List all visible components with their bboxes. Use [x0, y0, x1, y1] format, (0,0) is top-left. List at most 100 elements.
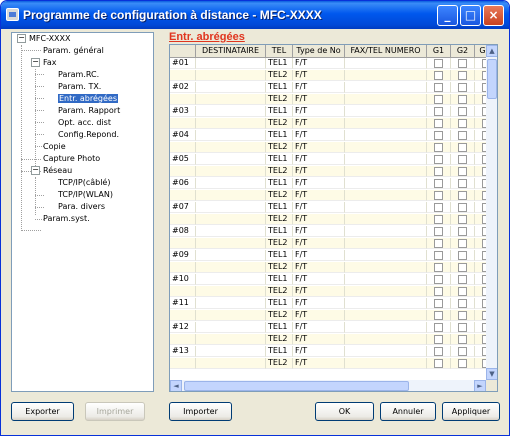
tree-item-fax[interactable]: Fax	[43, 57, 57, 68]
group-checkbox[interactable]	[458, 167, 467, 176]
destinataire-cell[interactable]	[196, 346, 266, 357]
destinataire-cell[interactable]	[196, 214, 266, 225]
group-checkbox[interactable]	[434, 287, 443, 296]
tree-item-param-rapport[interactable]: Param. Rapport	[58, 105, 120, 116]
destinataire-cell[interactable]	[196, 106, 266, 117]
group-checkbox[interactable]	[458, 143, 467, 152]
group-checkbox[interactable]	[458, 347, 467, 356]
tree-item-opt-acc-dist[interactable]: Opt. acc. dist	[58, 117, 111, 128]
fax-tel-number-cell[interactable]	[345, 154, 427, 165]
destinataire-cell[interactable]	[196, 298, 266, 309]
destinataire-cell[interactable]	[196, 202, 266, 213]
export-button[interactable]: Exporter	[11, 402, 74, 421]
group-checkbox[interactable]	[458, 215, 467, 224]
fax-tel-number-cell[interactable]	[345, 190, 427, 201]
group-checkbox[interactable]	[458, 59, 467, 68]
horizontal-scroll-thumb[interactable]	[184, 381, 409, 391]
fax-tel-number-cell[interactable]	[345, 166, 427, 177]
fax-tel-number-cell[interactable]	[345, 142, 427, 153]
tree-root[interactable]: MFC-XXXX	[29, 33, 71, 44]
group-checkbox[interactable]	[434, 275, 443, 284]
destinataire-cell[interactable]	[196, 250, 266, 261]
group-checkbox[interactable]	[458, 239, 467, 248]
group-checkbox[interactable]	[434, 323, 443, 332]
fax-tel-number-cell[interactable]	[345, 118, 427, 129]
destinataire-cell[interactable]	[196, 154, 266, 165]
fax-tel-number-cell[interactable]	[345, 178, 427, 189]
number-type-cell[interactable]: F/T	[293, 202, 345, 213]
number-type-cell[interactable]: F/T	[293, 118, 345, 129]
tree-item-tcpip-wlan[interactable]: TCP/IP(WLAN)	[58, 189, 113, 200]
number-type-cell[interactable]: F/T	[293, 190, 345, 201]
fax-tel-number-cell[interactable]	[345, 58, 427, 69]
close-button[interactable]: ×	[483, 5, 504, 26]
title-bar[interactable]: Programme de configuration à distance - …	[1, 1, 509, 29]
group-checkbox[interactable]	[434, 59, 443, 68]
number-type-cell[interactable]: F/T	[293, 94, 345, 105]
number-type-cell[interactable]: F/T	[293, 70, 345, 81]
apply-button[interactable]: Appliquer	[442, 402, 500, 421]
scroll-right-button[interactable]: ►	[474, 380, 486, 391]
tree-item-tcpip-cable[interactable]: TCP/IP(câblé)	[58, 177, 110, 188]
number-type-cell[interactable]: F/T	[293, 214, 345, 225]
number-type-cell[interactable]: F/T	[293, 310, 345, 321]
import-button[interactable]: Importer	[169, 402, 232, 421]
vertical-scrollbar[interactable]: ▲ ▼	[486, 45, 497, 380]
destinataire-cell[interactable]	[196, 286, 266, 297]
group-checkbox[interactable]	[434, 347, 443, 356]
group-checkbox[interactable]	[458, 299, 467, 308]
fax-tel-number-cell[interactable]	[345, 286, 427, 297]
destinataire-cell[interactable]	[196, 262, 266, 273]
destinataire-cell[interactable]	[196, 334, 266, 345]
fax-tel-number-cell[interactable]	[345, 106, 427, 117]
group-checkbox[interactable]	[434, 239, 443, 248]
group-checkbox[interactable]	[434, 143, 443, 152]
number-type-cell[interactable]: F/T	[293, 298, 345, 309]
fax-tel-number-cell[interactable]	[345, 226, 427, 237]
print-button[interactable]: Imprimer	[85, 402, 145, 421]
scroll-down-button[interactable]: ▼	[486, 368, 497, 380]
group-checkbox[interactable]	[434, 71, 443, 80]
fax-tel-number-cell[interactable]	[345, 346, 427, 357]
vertical-scroll-thumb[interactable]	[487, 59, 497, 99]
group-checkbox[interactable]	[458, 71, 467, 80]
number-type-cell[interactable]: F/T	[293, 226, 345, 237]
number-type-cell[interactable]: F/T	[293, 130, 345, 141]
tree-item-param-rc[interactable]: Param.RC.	[58, 69, 99, 80]
number-type-cell[interactable]: F/T	[293, 334, 345, 345]
number-type-cell[interactable]: F/T	[293, 166, 345, 177]
group-checkbox[interactable]	[458, 323, 467, 332]
group-checkbox[interactable]	[458, 275, 467, 284]
destinataire-cell[interactable]	[196, 142, 266, 153]
group-checkbox[interactable]	[458, 227, 467, 236]
group-checkbox[interactable]	[434, 311, 443, 320]
tree-item-capture-photo[interactable]: Capture Photo	[43, 153, 100, 164]
group-checkbox[interactable]	[458, 131, 467, 140]
group-checkbox[interactable]	[458, 107, 467, 116]
tree-item-config-repond[interactable]: Config.Repond.	[58, 129, 119, 140]
destinataire-cell[interactable]	[196, 118, 266, 129]
group-checkbox[interactable]	[458, 335, 467, 344]
destinataire-cell[interactable]	[196, 310, 266, 321]
group-checkbox[interactable]	[458, 83, 467, 92]
destinataire-cell[interactable]	[196, 238, 266, 249]
horizontal-scrollbar[interactable]: ◄ ►	[170, 380, 486, 391]
group-checkbox[interactable]	[458, 95, 467, 104]
group-checkbox[interactable]	[434, 335, 443, 344]
cancel-button[interactable]: Annuler	[380, 402, 436, 421]
tree-collapse-reseau[interactable]: −	[31, 166, 40, 175]
tree-item-reseau[interactable]: Réseau	[43, 165, 72, 176]
number-type-cell[interactable]: F/T	[293, 178, 345, 189]
destinataire-cell[interactable]	[196, 274, 266, 285]
fax-tel-number-cell[interactable]	[345, 322, 427, 333]
tree-collapse-fax[interactable]: −	[31, 58, 40, 67]
group-checkbox[interactable]	[434, 299, 443, 308]
destinataire-cell[interactable]	[196, 70, 266, 81]
group-checkbox[interactable]	[434, 95, 443, 104]
fax-tel-number-cell[interactable]	[345, 250, 427, 261]
minimize-button[interactable]: _	[437, 5, 458, 26]
group-checkbox[interactable]	[458, 263, 467, 272]
number-type-cell[interactable]: F/T	[293, 238, 345, 249]
group-checkbox[interactable]	[434, 131, 443, 140]
tree-item-param-tx[interactable]: Param. TX.	[58, 81, 101, 92]
